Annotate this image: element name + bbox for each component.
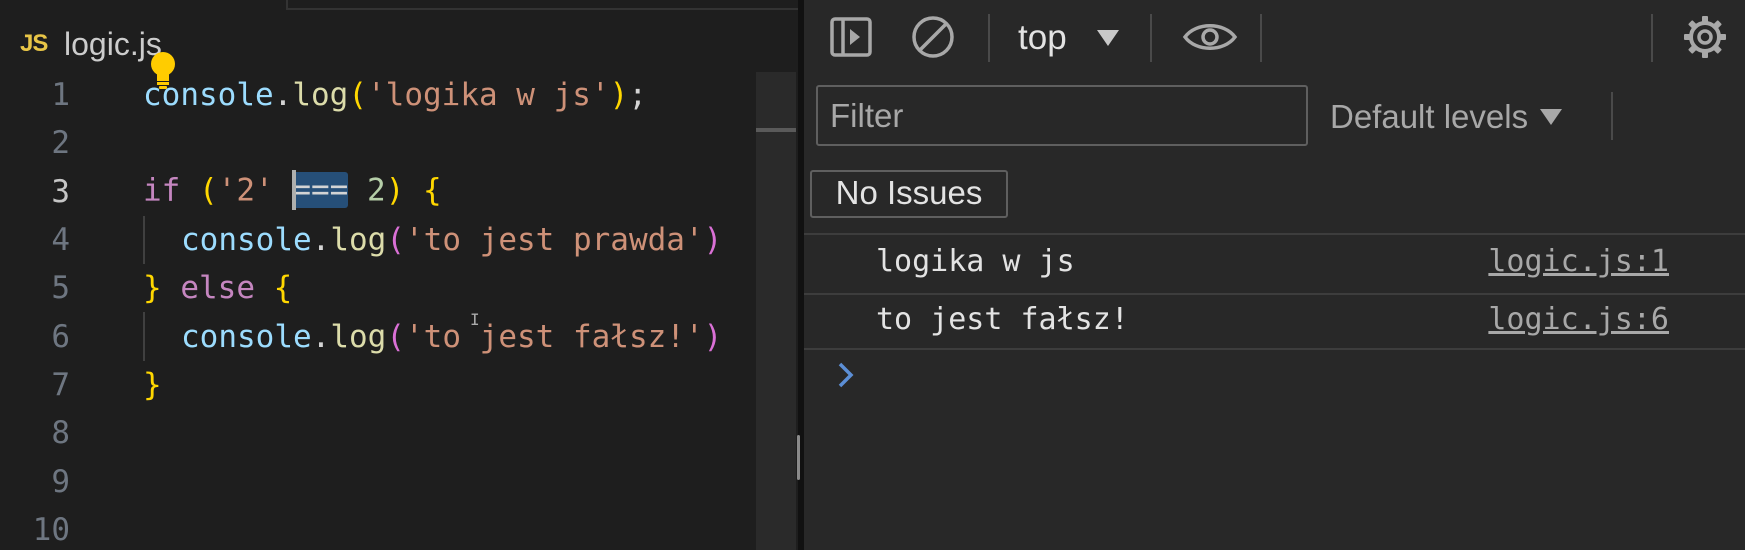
code-text: } else { <box>143 270 293 307</box>
scrollbar-thumb[interactable] <box>756 128 796 132</box>
code-line[interactable]: 8 <box>0 409 756 457</box>
eye-icon[interactable] <box>1182 14 1238 60</box>
code-text: if ('2' === 2) { <box>143 169 442 212</box>
indent-guide <box>143 215 145 265</box>
line-number: 3 <box>51 173 70 210</box>
console-prompt-chevron-icon[interactable] <box>834 360 858 390</box>
code-line[interactable]: 6 console.log('to jest fałsz!') <box>0 312 756 361</box>
code-line[interactable]: 2 <box>0 119 756 167</box>
toolbar-divider <box>1651 14 1653 62</box>
resize-handle[interactable] <box>797 435 800 480</box>
console-source-link[interactable]: logic.js:6 <box>1488 302 1669 337</box>
context-selector[interactable]: top <box>1018 18 1067 58</box>
log-levels-label: Default levels <box>1330 98 1529 135</box>
devtools-console: top Default <box>804 0 1745 550</box>
console-message-text: to jest fałsz! <box>876 302 1129 337</box>
code-text: } <box>143 366 162 403</box>
line-number: 8 <box>51 415 70 452</box>
line-number: 4 <box>51 222 70 259</box>
code-line[interactable]: 7 } <box>0 361 756 409</box>
code-line[interactable]: 1 console.log('logika w js'); <box>0 71 756 119</box>
line-number: 1 <box>51 77 70 114</box>
code-line[interactable]: 9 <box>0 457 756 505</box>
toolbar-divider <box>988 14 990 62</box>
console-source-link[interactable]: logic.js:1 <box>1488 244 1669 279</box>
indent-guide <box>143 312 145 361</box>
line-number: 5 <box>51 270 70 307</box>
chevron-down-icon <box>1540 109 1563 125</box>
editor-tab-logic-js[interactable]: JS logic.js <box>0 14 162 74</box>
code-text: console.log('logika w js'); <box>143 77 647 114</box>
code-line[interactable]: 5 } else { <box>0 264 756 312</box>
clear-console-icon[interactable] <box>910 14 956 60</box>
console-message: logika w js logic.js:1 <box>804 236 1745 292</box>
code-area[interactable]: 1 console.log('logika w js'); 2 3 if ('2… <box>0 71 756 550</box>
console-filter-bar: Default levels <box>804 78 1745 154</box>
line-number: 7 <box>51 366 70 403</box>
console-divider <box>804 348 1745 350</box>
line-number: 9 <box>51 463 70 500</box>
filter-input[interactable] <box>816 85 1308 146</box>
toolbar-divider <box>1150 14 1152 62</box>
code-editor[interactable]: JS logic.js 1 console.log('logika w js')… <box>0 0 798 550</box>
gear-icon[interactable] <box>1682 14 1728 60</box>
editor-top-strip <box>286 0 798 10</box>
issues-button[interactable]: No Issues <box>810 170 1008 218</box>
code-line[interactable]: 4 console.log('to jest prawda') <box>0 215 756 265</box>
console-divider <box>804 233 1745 235</box>
toolbar-divider <box>1611 92 1613 140</box>
console-message: to jest fałsz! logic.js:6 <box>804 294 1745 350</box>
code-text: console.log('to jest prawda') <box>181 222 723 259</box>
toolbar-divider <box>1260 14 1262 62</box>
code-text: console.log('to jest fałsz!') <box>181 318 723 355</box>
editor-scrollbar[interactable] <box>756 72 796 550</box>
log-levels-dropdown[interactable]: Default levels <box>1330 98 1563 136</box>
lightbulb-icon[interactable] <box>148 50 178 92</box>
chevron-down-icon[interactable] <box>1097 30 1119 46</box>
text-cursor <box>292 169 297 210</box>
line-number: 2 <box>51 125 70 162</box>
selected-text: === <box>292 169 349 210</box>
line-number: 10 <box>32 511 70 548</box>
mouse-ibeam-cursor-icon: I <box>470 310 480 329</box>
code-line[interactable]: 10 <box>0 506 756 550</box>
console-message-text: logika w js <box>876 244 1075 279</box>
console-toolbar: top <box>804 0 1745 78</box>
line-number: 6 <box>51 318 70 355</box>
sidebar-toggle-icon[interactable] <box>828 14 874 60</box>
code-line-current[interactable]: 3 if ('2' === 2) { <box>0 168 756 216</box>
javascript-file-icon: JS <box>20 30 48 57</box>
